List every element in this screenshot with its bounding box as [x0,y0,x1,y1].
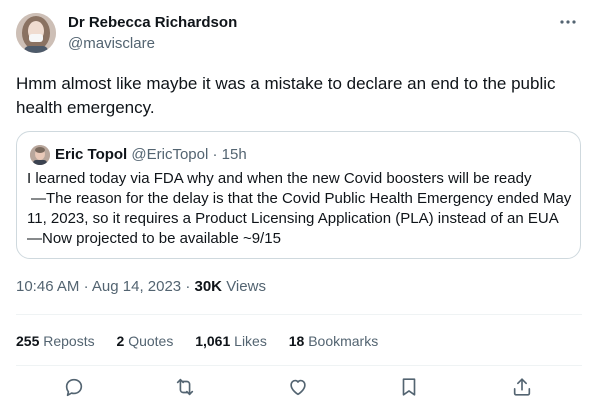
quoted-author-avatar[interactable] [30,145,50,165]
quoted-text: I learned today via FDA why and when the… [27,169,572,249]
quoted-time[interactable]: 15h [222,146,247,163]
views-count: 30K [194,278,223,295]
author-handle[interactable]: @mavisclare [68,34,155,54]
tweet-meta: 10:46 AM · Aug 14, 2023 · 30K Views [16,277,266,297]
quotes-label: Quotes [128,333,174,349]
repost-icon [176,378,194,396]
reply-icon [65,378,83,397]
divider [16,314,582,315]
profile-photo-icon [16,13,56,53]
reply-button[interactable] [63,376,87,400]
likes-count: 1,061 [195,333,231,349]
like-icon [290,379,306,396]
divider [16,365,582,366]
quoted-author-name[interactable]: Eric Topol [55,146,127,163]
bookmarks-stat[interactable]: 18 Bookmarks [289,331,379,351]
quoted-text-line: —The reason for the delay is that the Co… [31,190,572,207]
reposts-label: Reposts [43,333,95,349]
likes-stat[interactable]: 1,061 Likes [195,331,267,351]
bookmarks-count: 18 [288,333,305,349]
share-button[interactable] [511,376,535,400]
quoted-text-line: 11, 2023, so it requires a Product Licen… [27,210,559,227]
quoted-text-line: I learned today via FDA why and when the… [27,170,532,187]
tweet-time[interactable]: 10:46 AM [16,278,79,295]
meta-separator: · [185,278,191,295]
more-options-button[interactable] [556,12,580,32]
profile-photo-icon [30,145,50,165]
quotes-count: 2 [116,333,125,349]
likes-label: Likes [234,333,267,349]
tweet-date[interactable]: Aug 14, 2023 [92,278,181,295]
action-bar [0,372,598,404]
quoted-separator: · [212,146,218,163]
bookmarks-label: Bookmarks [308,333,379,349]
share-icon [513,378,531,396]
quoted-author-handle[interactable]: @EricTopol [131,146,208,163]
ellipsis-icon [560,20,576,24]
quoted-tweet[interactable]: Eric Topol @EricTopol · 15h I learned to… [16,131,581,259]
quoted-text-line: —Now projected to be available ~9/15 [27,230,281,247]
reposts-stat[interactable]: 255 Reposts [16,331,95,351]
reposts-count: 255 [16,333,40,349]
quotes-stat[interactable]: 2 Quotes [117,331,174,351]
like-button[interactable] [287,376,311,400]
tweet-text: Hmm almost like maybe it was a mistake t… [16,74,556,117]
bookmark-button[interactable] [398,376,422,400]
author-name[interactable]: Dr Rebecca Richardson [68,13,237,33]
engagement-stats: 255 Reposts 2 Quotes 1,061 Likes 18 Book… [16,331,396,351]
views-label: Views [226,278,266,295]
meta-separator: · [83,278,89,295]
quoted-header: Eric Topol @EricTopol · 15h [55,145,247,165]
repost-button[interactable] [174,376,198,400]
bookmark-icon [402,378,416,396]
tweet: Dr Rebecca Richardson @mavisclare Hmm al… [0,0,598,413]
author-avatar[interactable] [16,13,56,53]
